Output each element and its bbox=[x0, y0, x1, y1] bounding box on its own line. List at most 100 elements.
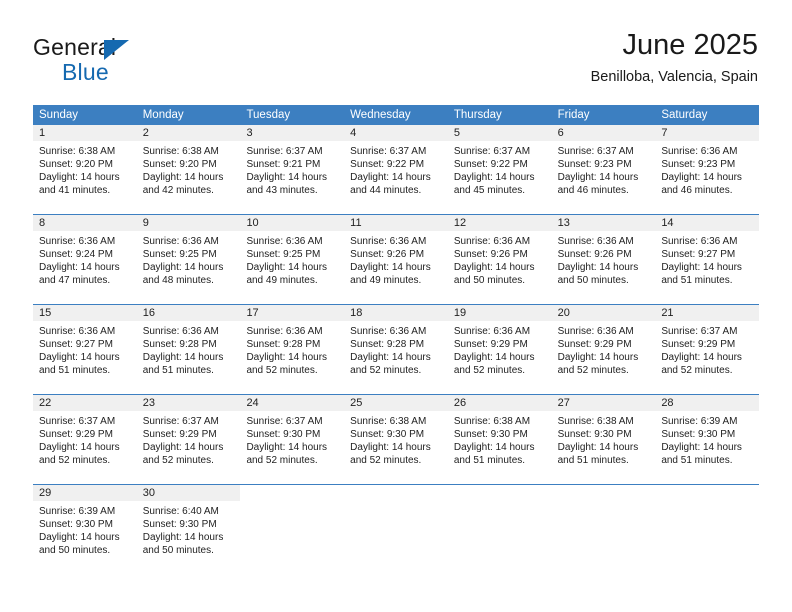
sunset-text: Sunset: 9:26 PM bbox=[453, 249, 528, 260]
day-cell[interactable]: 26 Sunrise: 6:38 AM Sunset: 9:30 PM Dayl… bbox=[447, 395, 552, 484]
sunset-text: Sunset: 9:28 PM bbox=[350, 339, 425, 350]
day-cell[interactable]: 17 Sunrise: 6:36 AM Sunset: 9:28 PM Dayl… bbox=[240, 305, 345, 394]
day-cell[interactable]: 4 Sunrise: 6:37 AM Sunset: 9:22 PM Dayli… bbox=[344, 125, 448, 214]
day-cell[interactable]: 29 Sunrise: 6:39 AM Sunset: 9:30 PM Dayl… bbox=[33, 485, 137, 574]
day-cell[interactable]: 15 Sunrise: 6:36 AM Sunset: 9:27 PM Dayl… bbox=[33, 305, 137, 394]
sunset-text: Sunset: 9:20 PM bbox=[142, 159, 217, 170]
day-number: 22 bbox=[33, 395, 137, 411]
day-cell[interactable]: 2 Sunrise: 6:38 AM Sunset: 9:20 PM Dayli… bbox=[136, 125, 241, 214]
day-cell[interactable]: 3 Sunrise: 6:37 AM Sunset: 9:21 PM Dayli… bbox=[240, 125, 345, 214]
day-cell[interactable]: 22 Sunrise: 6:37 AM Sunset: 9:29 PM Dayl… bbox=[33, 395, 137, 484]
sunset-text: Sunset: 9:24 PM bbox=[39, 249, 113, 260]
day-cell[interactable]: 21 Sunrise: 6:37 AM Sunset: 9:29 PM Dayl… bbox=[655, 305, 760, 394]
day-cell[interactable]: 27 Sunrise: 6:38 AM Sunset: 9:30 PM Dayl… bbox=[551, 395, 656, 484]
daylight-text-line1: Daylight: 14 hours bbox=[39, 352, 120, 363]
day-info: Sunrise: 6:36 AM Sunset: 9:26 PM Dayligh… bbox=[552, 231, 656, 287]
day-number: 7 bbox=[655, 125, 760, 141]
sunset-text: Sunset: 9:29 PM bbox=[453, 339, 528, 350]
week-row: 15 Sunrise: 6:36 AM Sunset: 9:27 PM Dayl… bbox=[33, 305, 760, 395]
daylight-text-line1: Daylight: 14 hours bbox=[557, 172, 639, 183]
day-cell[interactable]: 6 Sunrise: 6:37 AM Sunset: 9:23 PM Dayli… bbox=[551, 125, 656, 214]
day-info: Sunrise: 6:38 AM Sunset: 9:20 PM Dayligh… bbox=[137, 141, 241, 197]
day-cell[interactable]: 9 Sunrise: 6:36 AM Sunset: 9:25 PM Dayli… bbox=[136, 215, 241, 304]
sunset-text: Sunset: 9:23 PM bbox=[557, 159, 632, 170]
sunrise-text: Sunrise: 6:36 AM bbox=[661, 236, 738, 247]
sunset-text: Sunset: 9:30 PM bbox=[246, 429, 321, 440]
week-row: 8 Sunrise: 6:36 AM Sunset: 9:24 PM Dayli… bbox=[33, 215, 760, 305]
day-cell[interactable]: 16 Sunrise: 6:36 AM Sunset: 9:28 PM Dayl… bbox=[136, 305, 241, 394]
sunset-text: Sunset: 9:30 PM bbox=[39, 519, 113, 530]
day-info: Sunrise: 6:36 AM Sunset: 9:27 PM Dayligh… bbox=[33, 321, 137, 377]
day-number: 24 bbox=[240, 395, 345, 411]
weekday-header-wednesday: Wednesday bbox=[350, 109, 411, 121]
day-cell[interactable]: 8 Sunrise: 6:36 AM Sunset: 9:24 PM Dayli… bbox=[33, 215, 137, 304]
sunset-text: Sunset: 9:30 PM bbox=[661, 429, 736, 440]
day-cell[interactable]: 18 Sunrise: 6:36 AM Sunset: 9:28 PM Dayl… bbox=[344, 305, 448, 394]
day-cell[interactable]: 23 Sunrise: 6:37 AM Sunset: 9:29 PM Dayl… bbox=[136, 395, 241, 484]
day-cell[interactable]: 30 Sunrise: 6:40 AM Sunset: 9:30 PM Dayl… bbox=[136, 485, 241, 574]
daylight-text-line2: and 52 minutes. bbox=[557, 365, 629, 376]
daylight-text-line1: Daylight: 14 hours bbox=[246, 172, 328, 183]
daylight-text-line1: Daylight: 14 hours bbox=[39, 532, 120, 543]
sunrise-text: Sunrise: 6:38 AM bbox=[142, 146, 219, 157]
daylight-text-line2: and 47 minutes. bbox=[39, 275, 111, 286]
day-cell[interactable]: 10 Sunrise: 6:36 AM Sunset: 9:25 PM Dayl… bbox=[240, 215, 345, 304]
day-info: Sunrise: 6:37 AM Sunset: 9:29 PM Dayligh… bbox=[33, 411, 137, 467]
day-cell[interactable]: 25 Sunrise: 6:38 AM Sunset: 9:30 PM Dayl… bbox=[344, 395, 448, 484]
daylight-text-line2: and 51 minutes. bbox=[453, 455, 526, 466]
sunset-text: Sunset: 9:30 PM bbox=[557, 429, 632, 440]
daylight-text-line1: Daylight: 14 hours bbox=[557, 352, 639, 363]
sunrise-text: Sunrise: 6:38 AM bbox=[453, 416, 531, 427]
day-info: Sunrise: 6:38 AM Sunset: 9:30 PM Dayligh… bbox=[344, 411, 448, 467]
day-info: Sunrise: 6:37 AM Sunset: 9:29 PM Dayligh… bbox=[655, 321, 759, 377]
calendar-grid: Sunday Monday Tuesday Wednesday Thursday… bbox=[33, 105, 760, 574]
day-info: Sunrise: 6:38 AM Sunset: 9:30 PM Dayligh… bbox=[552, 411, 656, 467]
sunset-text: Sunset: 9:20 PM bbox=[39, 159, 113, 170]
daylight-text-line2: and 50 minutes. bbox=[39, 545, 111, 556]
day-number: 25 bbox=[344, 395, 448, 411]
day-number: 9 bbox=[136, 215, 241, 231]
sunset-text: Sunset: 9:26 PM bbox=[557, 249, 632, 260]
sunrise-text: Sunrise: 6:37 AM bbox=[246, 146, 323, 157]
sunrise-text: Sunrise: 6:36 AM bbox=[350, 236, 427, 247]
day-cell[interactable]: 28 Sunrise: 6:39 AM Sunset: 9:30 PM Dayl… bbox=[655, 395, 760, 484]
day-cell[interactable]: 13 Sunrise: 6:36 AM Sunset: 9:26 PM Dayl… bbox=[551, 215, 656, 304]
daylight-text-line1: Daylight: 14 hours bbox=[246, 262, 328, 273]
day-cell[interactable]: 24 Sunrise: 6:37 AM Sunset: 9:30 PM Dayl… bbox=[240, 395, 345, 484]
day-cell-empty bbox=[447, 485, 552, 574]
day-info: Sunrise: 6:36 AM Sunset: 9:29 PM Dayligh… bbox=[448, 321, 552, 377]
day-number: 15 bbox=[33, 305, 137, 321]
sunrise-text: Sunrise: 6:36 AM bbox=[246, 236, 323, 247]
daylight-text-line1: Daylight: 14 hours bbox=[142, 172, 224, 183]
day-cell[interactable]: 1 Sunrise: 6:38 AM Sunset: 9:20 PM Dayli… bbox=[33, 125, 137, 214]
daylight-text-line1: Daylight: 14 hours bbox=[557, 442, 639, 453]
day-cell-empty bbox=[655, 485, 760, 574]
weekday-header-row: Sunday Monday Tuesday Wednesday Thursday… bbox=[33, 105, 759, 125]
day-cell[interactable]: 12 Sunrise: 6:36 AM Sunset: 9:26 PM Dayl… bbox=[447, 215, 552, 304]
daylight-text-line1: Daylight: 14 hours bbox=[350, 442, 431, 453]
weekday-header-friday: Friday bbox=[557, 109, 590, 121]
sunrise-text: Sunrise: 6:37 AM bbox=[246, 416, 323, 427]
day-number bbox=[344, 485, 448, 501]
daylight-text-line2: and 48 minutes. bbox=[142, 275, 214, 286]
day-cell[interactable]: 19 Sunrise: 6:36 AM Sunset: 9:29 PM Dayl… bbox=[447, 305, 552, 394]
sunset-text: Sunset: 9:21 PM bbox=[246, 159, 321, 170]
sunrise-text: Sunrise: 6:36 AM bbox=[39, 236, 116, 247]
daylight-text-line1: Daylight: 14 hours bbox=[661, 172, 742, 183]
day-number: 28 bbox=[655, 395, 760, 411]
daylight-text-line1: Daylight: 14 hours bbox=[39, 262, 120, 273]
day-cell[interactable]: 14 Sunrise: 6:36 AM Sunset: 9:27 PM Dayl… bbox=[655, 215, 760, 304]
day-cell[interactable]: 7 Sunrise: 6:36 AM Sunset: 9:23 PM Dayli… bbox=[655, 125, 760, 214]
daylight-text-line2: and 51 minutes. bbox=[661, 455, 733, 466]
daylight-text-line2: and 46 minutes. bbox=[557, 185, 629, 196]
sunset-text: Sunset: 9:29 PM bbox=[142, 429, 217, 440]
sunset-text: Sunset: 9:30 PM bbox=[350, 429, 425, 440]
day-info: Sunrise: 6:36 AM Sunset: 9:23 PM Dayligh… bbox=[655, 141, 759, 197]
day-cell[interactable]: 20 Sunrise: 6:36 AM Sunset: 9:29 PM Dayl… bbox=[551, 305, 656, 394]
day-info: Sunrise: 6:36 AM Sunset: 9:29 PM Dayligh… bbox=[552, 321, 656, 377]
day-cell[interactable]: 11 Sunrise: 6:36 AM Sunset: 9:26 PM Dayl… bbox=[344, 215, 448, 304]
day-number: 17 bbox=[240, 305, 345, 321]
daylight-text-line1: Daylight: 14 hours bbox=[246, 352, 328, 363]
day-info: Sunrise: 6:36 AM Sunset: 9:28 PM Dayligh… bbox=[240, 321, 344, 377]
day-cell[interactable]: 5 Sunrise: 6:37 AM Sunset: 9:22 PM Dayli… bbox=[447, 125, 552, 214]
